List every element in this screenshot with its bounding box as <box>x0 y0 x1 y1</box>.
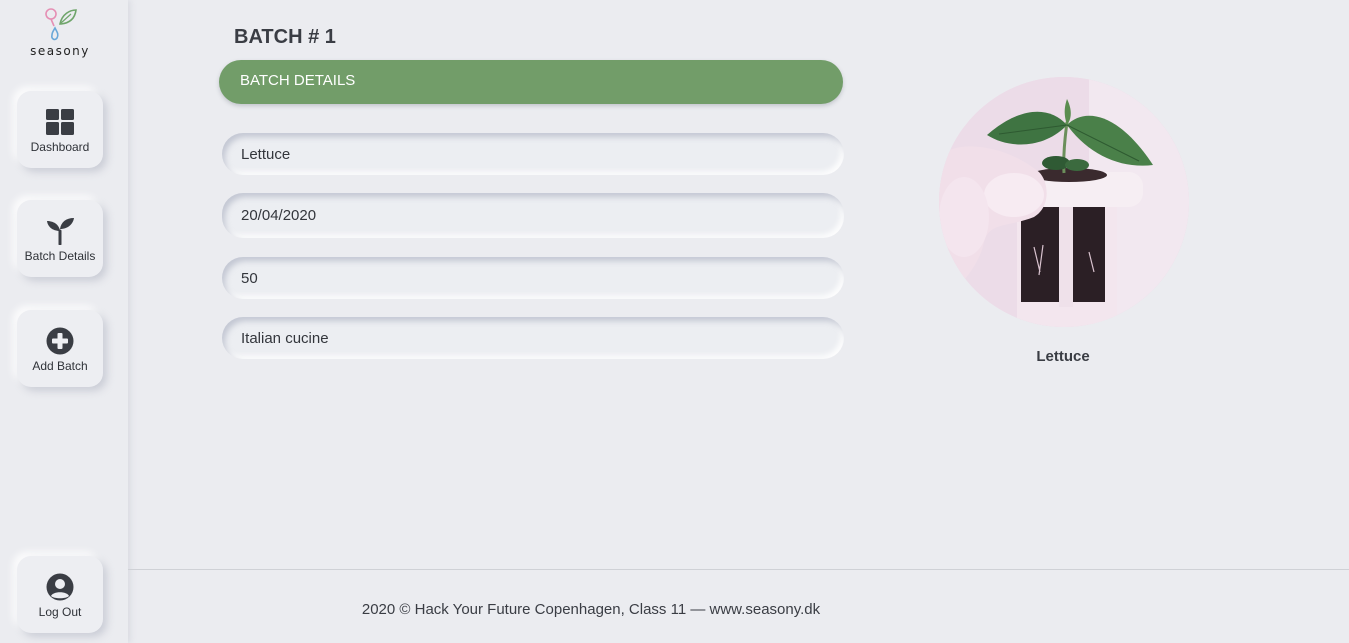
sidebar-item-label: Add Batch <box>32 359 88 373</box>
section-label: BATCH DETAILS <box>240 72 356 89</box>
sprout-icon <box>47 218 74 245</box>
seasony-logo-icon <box>45 8 77 41</box>
app: seasony Dashboard Batch Details Add Batc… <box>0 0 1349 643</box>
crop-field[interactable] <box>222 133 844 175</box>
usage-field[interactable] <box>222 317 844 359</box>
dashboard-icon <box>46 109 74 135</box>
logo[interactable]: seasony <box>0 6 120 58</box>
sidebar-item-label: Dashboard <box>30 140 90 154</box>
page-title: BATCH # 1 <box>234 26 336 48</box>
sidebar-item-add-batch[interactable]: Add Batch <box>17 310 103 387</box>
date-field[interactable] <box>222 193 844 238</box>
photo-caption: Lettuce <box>1036 348 1090 365</box>
brand-name: seasony <box>30 44 90 58</box>
batch-details-header: BATCH DETAILS <box>219 60 843 104</box>
user-circle-icon <box>46 573 74 601</box>
sidebar-item-label: Log Out <box>38 605 82 619</box>
sidebar-item-batch-details[interactable]: Batch Details <box>17 200 103 277</box>
crop-photo <box>939 77 1189 327</box>
sidebar: seasony Dashboard Batch Details Add Batc… <box>0 0 128 643</box>
sidebar-item-log-out[interactable]: Log Out <box>17 556 103 633</box>
seedling-image <box>939 77 1189 327</box>
sidebar-item-dashboard[interactable]: Dashboard <box>17 91 103 168</box>
quantity-field[interactable] <box>222 257 844 299</box>
plus-circle-icon <box>46 327 74 355</box>
footer: 2020 © Hack Your Future Copenhagen, Clas… <box>361 601 821 618</box>
sidebar-item-label: Batch Details <box>24 249 96 263</box>
footer-divider <box>128 569 1349 570</box>
